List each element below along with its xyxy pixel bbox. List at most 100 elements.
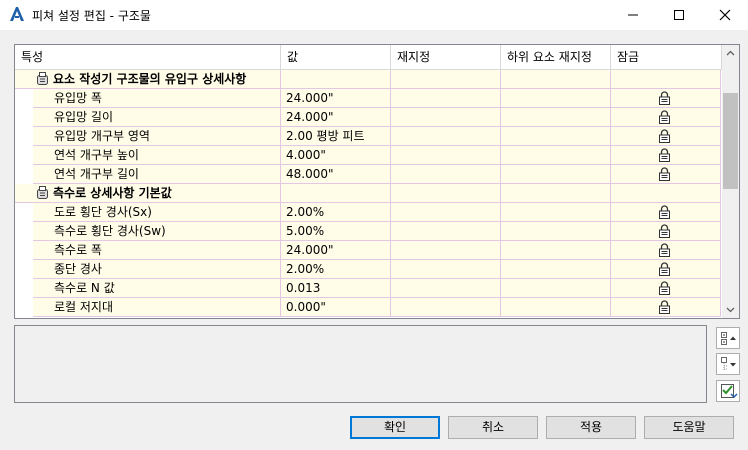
property-grid[interactable]: 특성 값 재지정 하위 요소 재지정 잠금 요소 작성기 구조물의 유입구 상세… [14, 44, 740, 319]
child-override-cell[interactable] [501, 279, 611, 298]
property-value[interactable]: 4.000" [281, 146, 391, 165]
lock-cell[interactable] [611, 241, 721, 260]
property-value[interactable]: 2.00% [281, 203, 391, 222]
property-value[interactable]: 24.000" [281, 241, 391, 260]
property-name: 측수로 폭 [33, 241, 281, 260]
property-value[interactable]: 0.000" [281, 298, 391, 317]
property-name: 로컬 저지대 [33, 298, 281, 317]
scroll-thumb[interactable] [723, 93, 738, 189]
child-override-cell[interactable] [501, 108, 611, 127]
property-value[interactable]: 48.000" [281, 165, 391, 184]
override-cell[interactable] [391, 260, 501, 279]
table-row[interactable]: 종단 경사 2.00% [15, 260, 721, 279]
property-value[interactable]: 5.00% [281, 222, 391, 241]
lock-cell[interactable] [611, 222, 721, 241]
lock-cell[interactable] [611, 89, 721, 108]
column-header-override[interactable]: 재지정 [391, 45, 501, 69]
lock-icon[interactable] [659, 243, 670, 257]
table-row[interactable]: 연석 개구부 높이 4.000" [15, 146, 721, 165]
group-label: 요소 작성기 구조물의 유입구 상세사항 [15, 70, 281, 89]
property-name: 유입망 폭 [33, 89, 281, 108]
child-override-cell[interactable] [501, 165, 611, 184]
lock-cell[interactable] [611, 279, 721, 298]
lock-icon[interactable] [659, 224, 670, 238]
row-gutter [15, 279, 33, 298]
ok-button[interactable]: 확인 [350, 416, 440, 439]
table-row[interactable]: 측수로 횡단 경사(Sw) 5.00% [15, 222, 721, 241]
table-row[interactable]: 유입망 폭 24.000" [15, 89, 721, 108]
property-value[interactable]: 24.000" [281, 89, 391, 108]
override-cell[interactable] [391, 108, 501, 127]
override-cell[interactable] [391, 279, 501, 298]
scroll-down-button[interactable] [722, 301, 739, 318]
row-gutter [15, 260, 33, 279]
group-row[interactable]: 요소 작성기 구조물의 유입구 상세사항 [15, 70, 721, 89]
child-override-cell[interactable] [501, 89, 611, 108]
table-row[interactable]: 측수로 폭 24.000" [15, 241, 721, 260]
row-gutter [15, 146, 33, 165]
override-cell[interactable] [391, 203, 501, 222]
lock-icon[interactable] [659, 262, 670, 276]
minimize-button[interactable] [610, 0, 656, 30]
child-override-cell[interactable] [501, 203, 611, 222]
maximize-button[interactable] [656, 0, 702, 30]
lock-icon[interactable] [659, 129, 670, 143]
lock-cell[interactable] [611, 298, 721, 317]
column-header-child-override[interactable]: 하위 요소 재지정 [501, 45, 611, 69]
lock-icon[interactable] [659, 167, 670, 181]
apply-button[interactable]: 적용 [546, 416, 636, 439]
property-name: 도로 횡단 경사(Sx) [33, 203, 281, 222]
column-header-property[interactable]: 특성 [15, 45, 281, 69]
override-cell[interactable] [391, 241, 501, 260]
lock-cell[interactable] [611, 203, 721, 222]
override-cell[interactable] [391, 298, 501, 317]
override-cell[interactable] [391, 127, 501, 146]
override-cell[interactable] [391, 165, 501, 184]
lock-cell[interactable] [611, 127, 721, 146]
child-override-cell[interactable] [501, 298, 611, 317]
property-value[interactable]: 2.00 평방 피트 [281, 127, 391, 146]
expand-all-button[interactable] [716, 353, 740, 375]
override-cell[interactable] [391, 146, 501, 165]
property-value[interactable]: 0.013 [281, 279, 391, 298]
lock-cell[interactable] [611, 260, 721, 279]
lock-cell[interactable] [611, 146, 721, 165]
collapse-all-button[interactable] [716, 327, 740, 349]
lock-icon[interactable] [659, 205, 670, 219]
cancel-button[interactable]: 취소 [448, 416, 538, 439]
table-row[interactable]: 측수로 N 값 0.013 [15, 279, 721, 298]
lock-cell[interactable] [611, 165, 721, 184]
child-override-cell[interactable] [501, 127, 611, 146]
scroll-up-button[interactable] [722, 45, 739, 62]
property-value[interactable]: 2.00% [281, 260, 391, 279]
table-row[interactable]: 도로 횡단 경사(Sx) 2.00% [15, 203, 721, 222]
child-override-cell[interactable] [501, 222, 611, 241]
child-override-cell[interactable] [501, 146, 611, 165]
override-cell[interactable] [391, 89, 501, 108]
lock-icon[interactable] [659, 148, 670, 162]
table-row[interactable]: 유입망 길이 24.000" [15, 108, 721, 127]
help-button[interactable]: 도움말 [644, 416, 734, 439]
group-child-override-cell [501, 70, 611, 89]
table-row[interactable]: 연석 개구부 길이 48.000" [15, 165, 721, 184]
check-grid-button[interactable] [716, 380, 740, 402]
child-override-cell[interactable] [501, 260, 611, 279]
property-value[interactable]: 24.000" [281, 108, 391, 127]
table-row[interactable]: 유입망 개구부 영역 2.00 평방 피트 [15, 127, 721, 146]
lock-icon[interactable] [659, 281, 670, 295]
maximize-icon [674, 10, 684, 20]
lock-cell[interactable] [611, 108, 721, 127]
table-row[interactable]: 로컬 저지대 0.000" [15, 298, 721, 317]
override-cell[interactable] [391, 222, 501, 241]
column-header-lock[interactable]: 잠금 [611, 45, 722, 69]
vertical-scrollbar[interactable] [722, 45, 739, 318]
lock-icon[interactable] [659, 110, 670, 124]
child-override-cell[interactable] [501, 241, 611, 260]
minimize-icon [628, 14, 638, 16]
close-button[interactable] [702, 0, 748, 30]
property-name: 유입망 길이 [33, 108, 281, 127]
column-header-value[interactable]: 값 [281, 45, 391, 69]
lock-icon[interactable] [659, 91, 670, 105]
group-row[interactable]: 측수로 상세사항 기본값 [15, 184, 721, 203]
lock-icon[interactable] [659, 300, 670, 314]
